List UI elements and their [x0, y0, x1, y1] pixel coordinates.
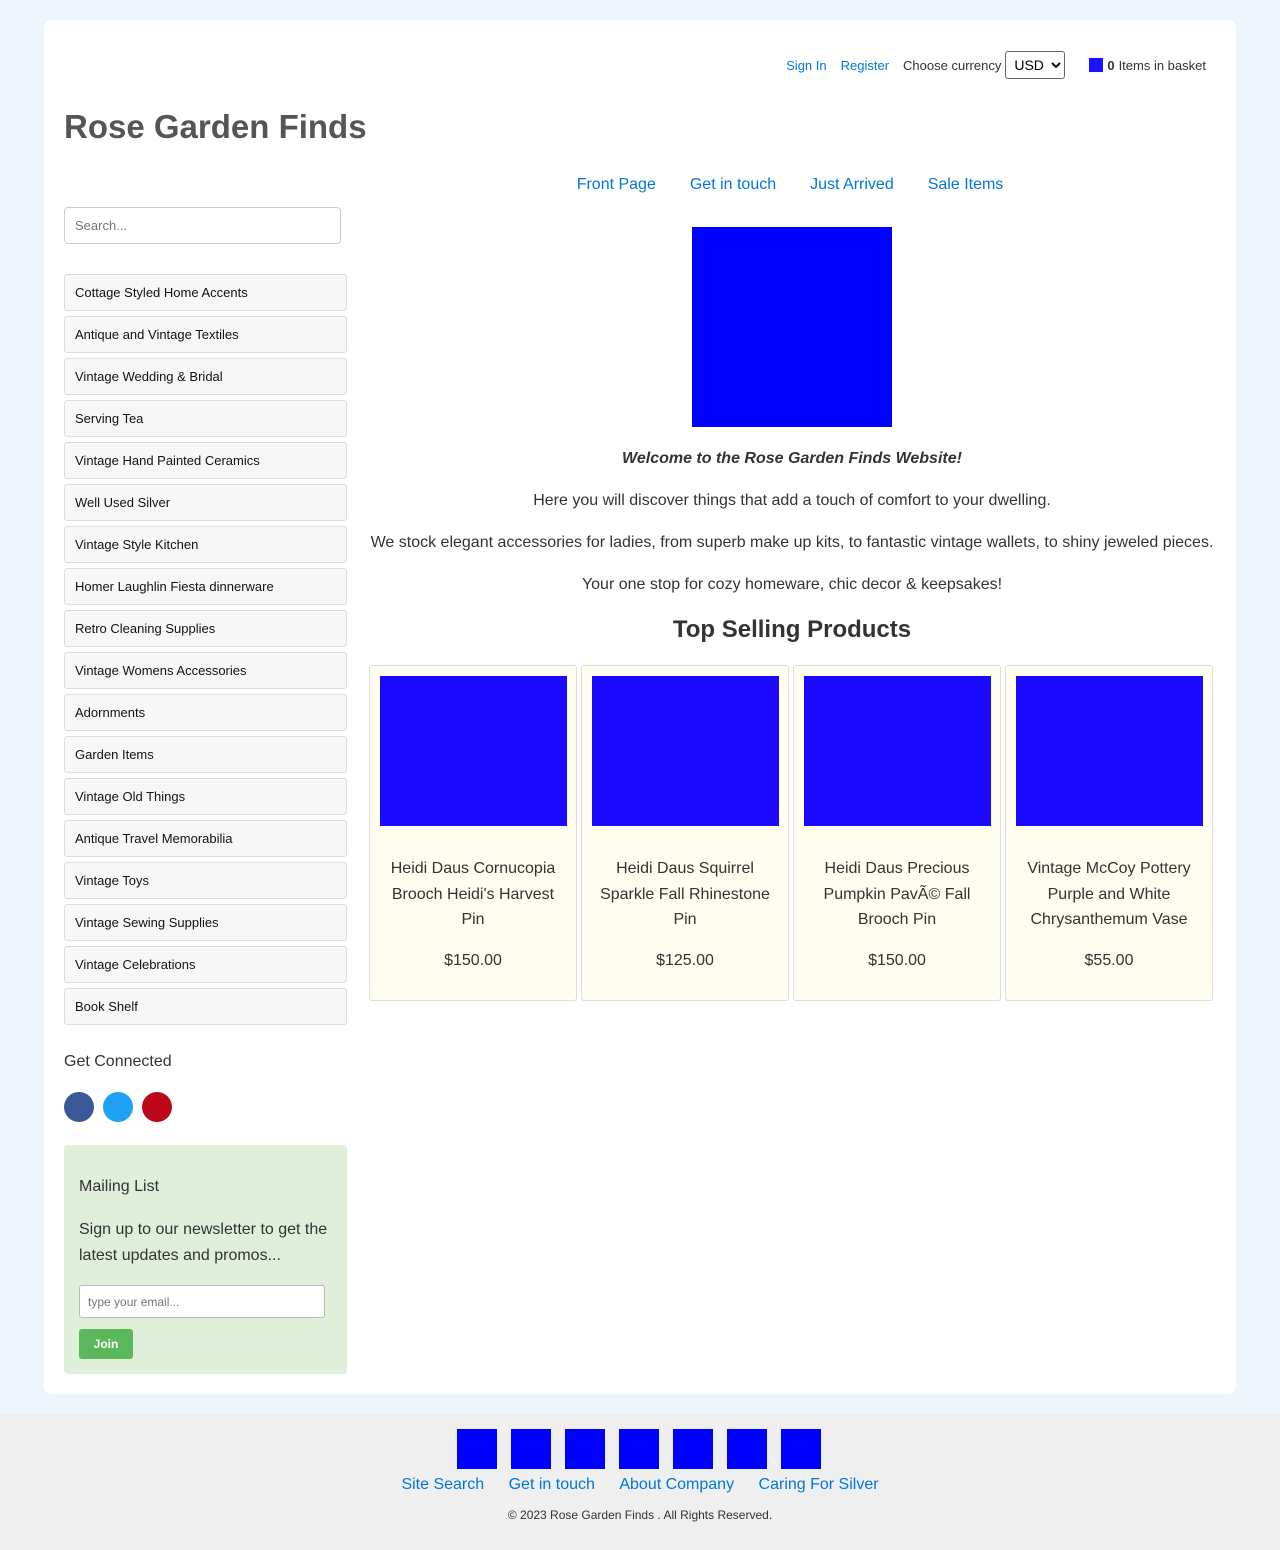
main-nav: Front Page Get in touch Just Arrived Sal…	[410, 176, 1170, 194]
footer-caring-for-silver[interactable]: Caring For Silver	[759, 1476, 879, 1493]
site-title[interactable]: Rose Garden Finds	[64, 108, 367, 146]
product-card[interactable]: Heidi Daus Precious Pumpkin PavÃ© Fall B…	[793, 665, 1001, 1001]
product-price: $125.00	[656, 952, 714, 969]
product-image[interactable]	[1016, 676, 1203, 826]
footer-icons	[457, 1429, 821, 1469]
get-connected-title: Get Connected	[64, 1053, 172, 1070]
category-item[interactable]: Garden Items	[64, 736, 347, 773]
footer-badge-icon[interactable]	[511, 1429, 551, 1469]
category-item[interactable]: Vintage Wedding & Bridal	[64, 358, 347, 395]
footer-about-company[interactable]: About Company	[619, 1476, 734, 1493]
product-name[interactable]: Heidi Daus Precious Pumpkin PavÃ© Fall B…	[804, 856, 990, 934]
category-item[interactable]: Book Shelf	[64, 988, 347, 1025]
basket-icon	[1089, 58, 1104, 72]
register-link[interactable]: Register	[841, 58, 889, 73]
basket-label: Items in basket	[1118, 57, 1206, 73]
category-item[interactable]: Vintage Toys	[64, 862, 347, 899]
pinterest-icon[interactable]	[142, 1092, 172, 1122]
basket-count: 0	[1107, 57, 1115, 73]
product-name[interactable]: Vintage McCoy Pottery Purple and White C…	[1016, 856, 1202, 934]
nav-sale-items[interactable]: Sale Items	[928, 176, 1004, 194]
product-card[interactable]: Heidi Daus Cornucopia Brooch Heidi's Har…	[369, 665, 577, 1001]
footer-badge-icon[interactable]	[781, 1429, 821, 1469]
mailing-list-text: Sign up to our newsletter to get the lat…	[79, 1221, 328, 1264]
footer-badge-icon[interactable]	[565, 1429, 605, 1469]
nav-just-arrived[interactable]: Just Arrived	[810, 176, 894, 194]
mailing-list-title: Mailing List	[79, 1178, 160, 1195]
footer-site-search[interactable]: Site Search	[401, 1476, 484, 1493]
welcome-title: Welcome to the Rose Garden Finds Website…	[622, 450, 962, 467]
category-item[interactable]: Cottage Styled Home Accents	[64, 274, 347, 311]
product-name[interactable]: Heidi Daus Cornucopia Brooch Heidi's Har…	[380, 856, 566, 934]
sign-in-link[interactable]: Sign In	[786, 58, 826, 73]
product-image[interactable]	[380, 676, 567, 826]
currency-select[interactable]: USD	[1005, 51, 1066, 79]
social-links	[64, 1092, 172, 1122]
footer-badge-icon[interactable]	[619, 1429, 659, 1469]
search-input[interactable]	[64, 207, 341, 244]
category-item[interactable]: Vintage Old Things	[64, 778, 347, 815]
category-item[interactable]: Vintage Celebrations	[64, 946, 347, 983]
email-field[interactable]	[79, 1285, 325, 1318]
category-item[interactable]: Vintage Womens Accessories	[64, 652, 347, 689]
twitter-icon[interactable]	[103, 1092, 133, 1122]
footer: Site Search Get in touch About Company C…	[0, 1414, 1280, 1550]
product-card[interactable]: Vintage McCoy Pottery Purple and White C…	[1005, 665, 1213, 1001]
category-item[interactable]: Well Used Silver	[64, 484, 347, 521]
footer-badge-icon[interactable]	[457, 1429, 497, 1469]
footer-get-in-touch[interactable]: Get in touch	[509, 1476, 595, 1493]
product-name[interactable]: Heidi Daus Squirrel Sparkle Fall Rhinest…	[592, 856, 778, 934]
category-item[interactable]: Adornments	[64, 694, 347, 731]
welcome-line-1: Here you will discover things that add a…	[533, 492, 1051, 509]
footer-links: Site Search Get in touch About Company C…	[0, 1476, 1280, 1494]
currency-label: Choose currency	[903, 57, 1002, 73]
top-bar: Sign In Register Choose currency USD 0 I…	[772, 50, 1206, 80]
page-card: Sign In Register Choose currency USD 0 I…	[44, 20, 1236, 1394]
basket-summary[interactable]: 0 Items in basket	[1089, 58, 1206, 73]
product-price: $150.00	[444, 952, 502, 969]
product-price: $150.00	[868, 952, 926, 969]
footer-badge-icon[interactable]	[673, 1429, 713, 1469]
category-item[interactable]: Serving Tea	[64, 400, 347, 437]
facebook-icon[interactable]	[64, 1092, 94, 1122]
nav-front-page[interactable]: Front Page	[577, 176, 656, 194]
copyright: © 2023 Rose Garden Finds . All Rights Re…	[507, 1508, 773, 1522]
product-grid: Heidi Daus Cornucopia Brooch Heidi's Har…	[369, 665, 1213, 1001]
category-item[interactable]: Vintage Style Kitchen	[64, 526, 347, 563]
footer-badge-icon[interactable]	[727, 1429, 767, 1469]
product-image[interactable]	[592, 676, 779, 826]
welcome-line-3: Your one stop for cozy homeware, chic de…	[581, 576, 1003, 593]
product-card[interactable]: Heidi Daus Squirrel Sparkle Fall Rhinest…	[581, 665, 789, 1001]
nav-get-in-touch[interactable]: Get in touch	[690, 176, 776, 194]
category-item[interactable]: Vintage Hand Painted Ceramics	[64, 442, 347, 479]
product-price: $55.00	[1084, 952, 1134, 969]
welcome-line-2: We stock elegant accessories for ladies,…	[370, 534, 1214, 551]
category-item[interactable]: Antique and Vintage Textiles	[64, 316, 347, 353]
join-button[interactable]: Join	[79, 1329, 133, 1359]
hero-image	[692, 227, 892, 427]
product-image[interactable]	[804, 676, 991, 826]
category-item[interactable]: Antique Travel Memorabilia	[64, 820, 347, 857]
category-item[interactable]: Homer Laughlin Fiesta dinnerware	[64, 568, 347, 605]
top-selling-heading: Top Selling Products	[672, 616, 912, 643]
mailing-list-box: Mailing List Sign up to our newsletter t…	[64, 1145, 347, 1374]
category-item[interactable]: Vintage Sewing Supplies	[64, 904, 347, 941]
category-list: Cottage Styled Home Accents Antique and V…	[64, 274, 347, 1030]
category-item[interactable]: Retro Cleaning Supplies	[64, 610, 347, 647]
